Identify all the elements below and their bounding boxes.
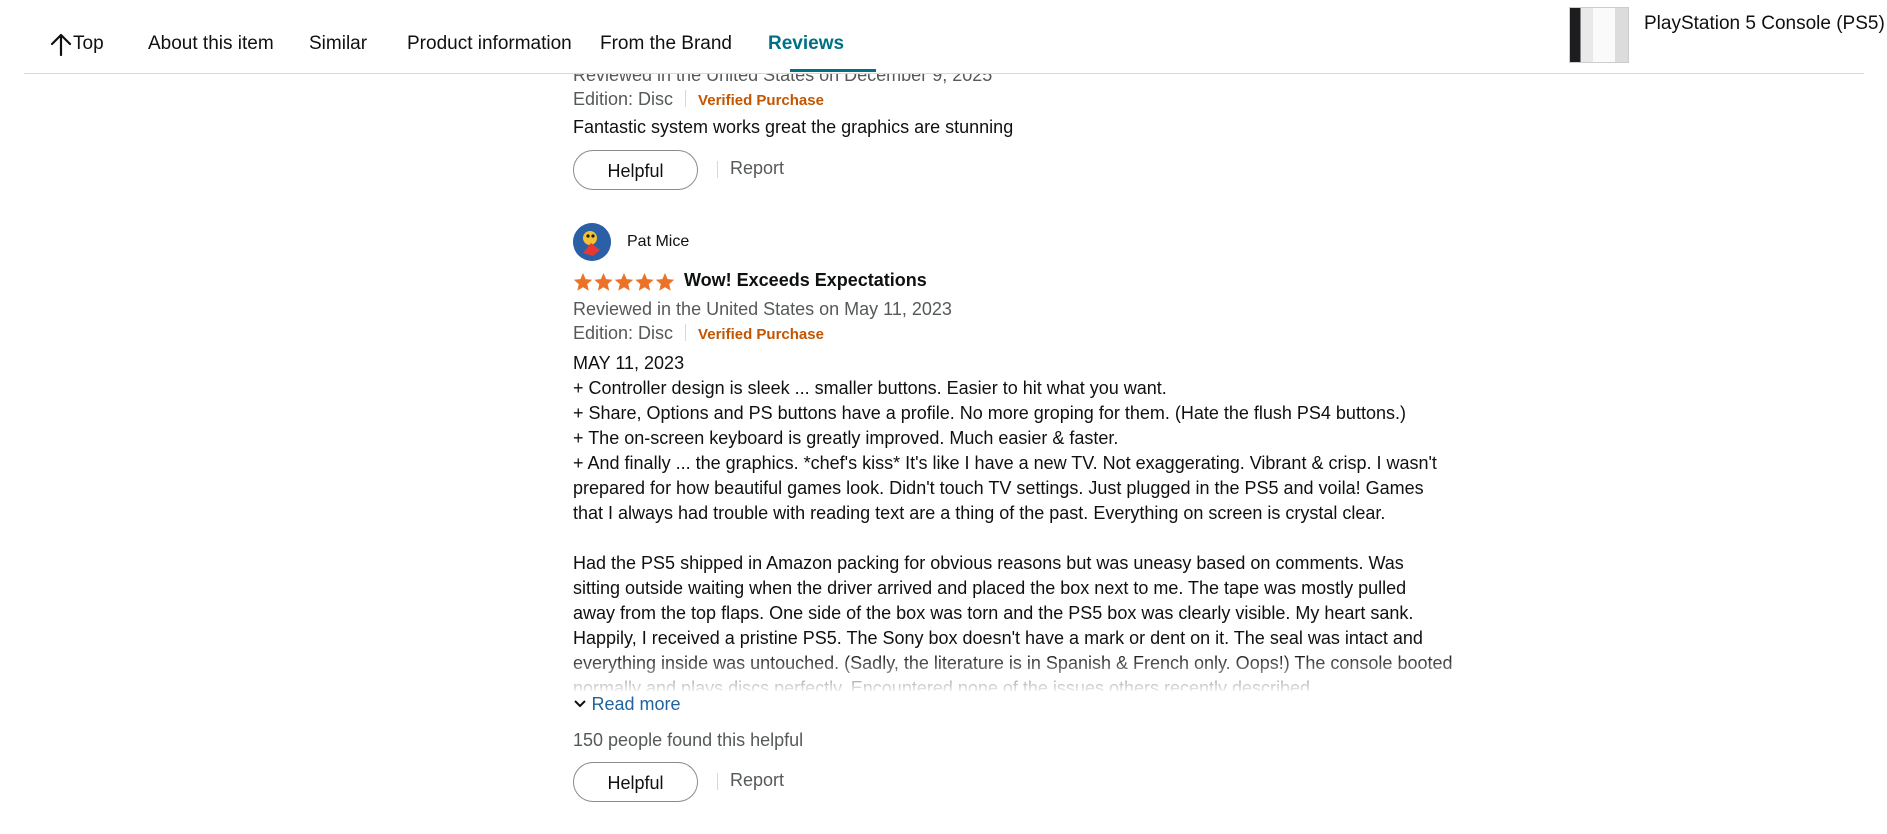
format-divider — [685, 90, 687, 107]
review-body-date: MAY 11, 2023 — [573, 353, 685, 373]
active-tab-indicator — [790, 69, 876, 72]
actions-divider — [717, 161, 718, 178]
product-title[interactable]: PlayStation 5 Console (PS5) — [1644, 13, 1885, 35]
read-more-link[interactable]: Read more — [591, 694, 680, 714]
review-body-spacer — [573, 526, 1453, 551]
edition-label: Edition: Disc — [573, 89, 674, 109]
nav-reviews[interactable]: Reviews — [768, 33, 844, 55]
helpful-button[interactable]: Helpful — [573, 150, 698, 190]
report-link[interactable]: Report — [730, 770, 784, 791]
review-body-line: + The on-screen keyboard is greatly impr… — [573, 428, 1119, 448]
nav-similar[interactable]: Similar — [309, 33, 367, 55]
nav-top-link[interactable]: Top — [73, 33, 104, 55]
reviewer-avatar[interactable] — [573, 223, 611, 261]
review-actions: Helpful Report — [573, 150, 1453, 192]
format-divider — [685, 324, 687, 341]
helpful-button[interactable]: Helpful — [573, 762, 698, 802]
verified-purchase-badge: Verified Purchase — [698, 326, 824, 343]
nav-product-information[interactable]: Product information — [407, 33, 572, 55]
helpful-count: 150 people found this helpful — [573, 730, 804, 750]
edition-label: Edition: Disc — [573, 323, 674, 343]
review-body-line: + And finally ... the graphics. *chef's … — [573, 453, 1437, 523]
avatar-icon — [573, 223, 611, 261]
nav-from-the-brand[interactable]: From the Brand — [600, 33, 732, 55]
reviewer-profile[interactable]: Pat Mice — [573, 223, 1453, 265]
review-body-line: + Share, Options and PS buttons have a p… — [573, 403, 1406, 423]
review-title[interactable]: Wow! Exceeds Expectations — [684, 270, 927, 291]
product-thumbnail[interactable] — [1569, 7, 1629, 63]
review-body: Fantastic system works great the graphic… — [573, 117, 1014, 137]
review-card: Reviewed in the United States on Decembe… — [573, 63, 1453, 192]
review-body-paragraph: Had the PS5 shipped in Amazon packing fo… — [573, 553, 1453, 691]
reviewer-name[interactable]: Pat Mice — [627, 233, 689, 251]
review-format-line: Edition: Disc Verified Purchase — [573, 321, 1453, 347]
actions-divider — [717, 773, 718, 790]
report-link[interactable]: Report — [730, 158, 784, 179]
review-date-line: Reviewed in the United States on May 11,… — [573, 299, 952, 319]
five-star-rating-icon[interactable] — [573, 272, 675, 292]
review-title-row: Wow! Exceeds Expectations — [573, 270, 1453, 296]
review-body-line: + Controller design is sleek ... smaller… — [573, 378, 1167, 398]
review-actions: Helpful Report — [573, 762, 1453, 804]
arrow-up-icon[interactable] — [50, 32, 72, 56]
sticky-nav-bar: Top About this item Similar Product info… — [24, 0, 1885, 74]
chevron-down-icon[interactable] — [573, 699, 587, 709]
verified-purchase-badge: Verified Purchase — [698, 92, 824, 109]
review-body: MAY 11, 2023 + Controller design is slee… — [573, 351, 1453, 691]
review-format-line: Edition: Disc Verified Purchase — [573, 87, 1453, 113]
read-more-row: Read more — [573, 694, 1453, 715]
nav-about-item[interactable]: About this item — [148, 33, 274, 55]
review-card: Pat Mice Wow! Exceeds Expectations Revie… — [573, 223, 1453, 804]
